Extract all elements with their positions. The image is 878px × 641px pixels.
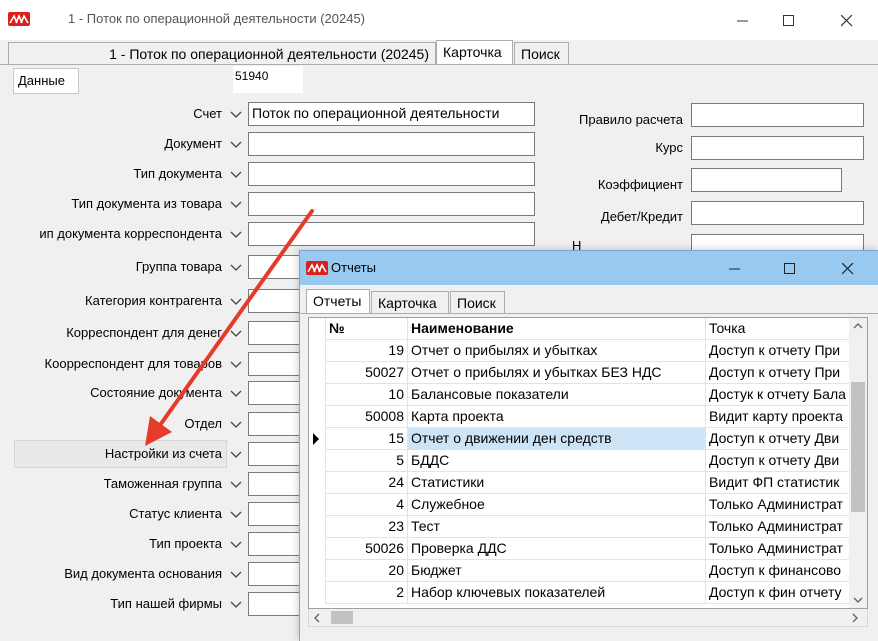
row-indicator [309,538,326,560]
tab-reports[interactable]: Отчеты [306,289,370,313]
table-row[interactable]: 15 Отчет о движении ден средств Доступ к о… [309,428,849,450]
tab-reports-search[interactable]: Поиск [450,291,505,313]
cell-number[interactable]: 23 [326,516,408,538]
tab-divider [300,313,878,314]
reports-close-button[interactable] [825,251,871,285]
cell-number[interactable]: 4 [326,494,408,516]
reports-title-bar: Отчеты [300,251,878,285]
vertical-scrollbar[interactable] [849,318,867,608]
cell-point[interactable]: Только Администрат [706,516,849,538]
horizontal-scrollbar[interactable] [308,609,868,627]
cell-point[interactable]: Только Администрат [706,538,849,560]
reports-window: Отчеты Отчеты Карточка Поиск № Наименова… [299,250,878,641]
cell-point[interactable]: Видит карту проекта [706,406,849,428]
cell-name[interactable]: Проверка ДДС [408,538,706,560]
table-row[interactable]: 50026 Проверка ДДС Только Администрат [309,538,849,560]
cell-name[interactable]: Служебное [408,494,706,516]
cell-point[interactable]: Доступ к отчету Дви [706,428,849,450]
table-row[interactable]: 20 Бюджет Доступ к финансово [309,560,849,582]
cell-number[interactable]: 15 [326,428,408,450]
cell-name[interactable]: Карта проекта [408,406,706,428]
row-indicator [309,494,326,516]
cell-name[interactable]: Отчет о прибылях и убытках БЕЗ НДС [408,362,706,384]
scroll-left-icon[interactable] [313,613,321,623]
cell-number[interactable]: 24 [326,472,408,494]
row-indicator [309,406,326,428]
column-header-name[interactable]: Наименование [408,318,706,340]
horizontal-scroll-thumb[interactable] [331,611,353,624]
table-row[interactable]: 19 Отчет о прибылях и убытках Доступ к отч… [309,340,849,362]
cell-point[interactable]: Достук к отчету Бала [706,384,849,406]
cell-number[interactable]: 10 [326,384,408,406]
table-row[interactable]: 50027 Отчет о прибылях и убытках БЕЗ НДС Д… [309,362,849,384]
row-indicator [309,428,326,450]
cell-name[interactable]: Балансовые показатели [408,384,706,406]
cell-name[interactable]: БДДС [408,450,706,472]
cell-point[interactable]: Доступ к фин отчету [706,582,849,604]
table-row[interactable]: 24 Статистики Видит ФП статистик [309,472,849,494]
cell-point[interactable]: Доступ к отчету При [706,340,849,362]
cell-name[interactable]: Бюджет [408,560,706,582]
cell-name[interactable]: Отчет о движении ден средств [408,428,706,450]
cell-name[interactable]: Статистики [408,472,706,494]
table-row[interactable]: 10 Балансовые показатели Достук к отчету Б… [309,384,849,406]
grid-header: № Наименование Точка [309,318,849,340]
row-indicator [309,560,326,582]
table-row[interactable]: 5 БДДС Доступ к отчету Дви [309,450,849,472]
cell-name[interactable]: Отчет о прибылях и убытках [408,340,706,362]
cell-number[interactable]: 19 [326,340,408,362]
cell-point[interactable]: Доступ к отчету Дви [706,450,849,472]
row-indicator [309,472,326,494]
cell-number[interactable]: 50008 [326,406,408,428]
cell-number[interactable]: 5 [326,450,408,472]
row-indicator [309,516,326,538]
cell-name[interactable]: Набор ключевых показателей [408,582,706,604]
column-header-point[interactable]: Точка [706,318,849,340]
row-indicator [309,362,326,384]
cell-number[interactable]: 2 [326,582,408,604]
scroll-right-icon[interactable] [851,613,859,623]
cell-number[interactable]: 50026 [326,538,408,560]
cell-number[interactable]: 20 [326,560,408,582]
reports-minimize-button[interactable] [712,251,758,285]
current-row-icon [313,433,319,445]
cell-point[interactable]: Доступ к отчету При [706,362,849,384]
cell-number[interactable]: 50027 [326,362,408,384]
row-indicator-header [309,318,326,340]
table-row[interactable]: 4 Служебное Только Администрат [309,494,849,516]
cell-point[interactable]: Видит ФП статистик [706,472,849,494]
table-row[interactable]: 23 Тест Только Администрат [309,516,849,538]
scroll-down-icon[interactable] [853,596,863,604]
scroll-up-icon[interactable] [853,322,863,330]
table-row[interactable]: 2 Набор ключевых показателей Доступ к фин … [309,582,849,604]
row-indicator [309,340,326,362]
row-indicator [309,450,326,472]
reports-grid: № Наименование Точка 19 Отчет о прибылях … [308,317,868,609]
row-indicator [309,384,326,406]
cell-point[interactable]: Доступ к финансово [706,560,849,582]
table-row[interactable]: 50008 Карта проекта Видит карту проекта [309,406,849,428]
cell-point[interactable]: Только Администрат [706,494,849,516]
row-indicator [309,582,326,604]
app-logo-icon [306,261,328,275]
reports-maximize-button[interactable] [767,251,813,285]
tab-reports-card[interactable]: Карточка [371,291,449,313]
vertical-scroll-thumb[interactable] [851,382,865,512]
column-header-number[interactable]: № [326,318,408,340]
cell-name[interactable]: Тест [408,516,706,538]
reports-title: Отчеты [331,260,376,275]
